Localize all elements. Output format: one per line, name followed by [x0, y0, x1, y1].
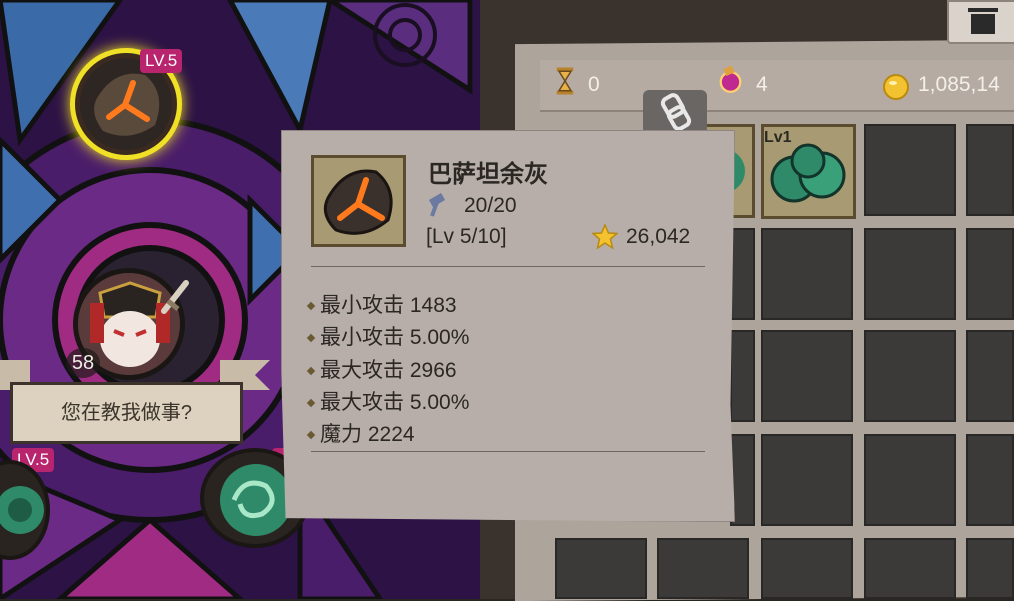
tooltip-divider-top [311, 266, 705, 267]
gold-amount: 1,085,14 [918, 73, 1000, 96]
tooltip-durability: 20/20 [464, 194, 517, 217]
bullet-icon [306, 302, 316, 311]
inventory-slot-r2c4[interactable] [966, 228, 1014, 320]
tooltip-level: [Lv 5/10] [426, 225, 507, 248]
tooltip-divider-bottom [311, 451, 705, 452]
trash-button[interactable] [947, 0, 1014, 44]
tooltip-stat-2: 最小攻击 5.00% [306, 322, 470, 354]
inventory-slot-r3c4[interactable] [966, 330, 1014, 422]
potion-icon [719, 65, 742, 93]
trash-icon [968, 8, 998, 34]
hammer-icon [428, 193, 446, 217]
tooltip-stat-4: 最大攻击 5.00% [306, 387, 470, 419]
inventory-slot-r5c0[interactable] [555, 538, 647, 599]
inventory-slot-2[interactable]: Lv1 [761, 124, 856, 219]
inventory-slot-r5c4[interactable] [966, 538, 1014, 599]
stat-text: 魔力 2224 [320, 423, 415, 446]
link-button[interactable] [643, 90, 707, 134]
tooltip-stat-3: 最大攻击 2966 [306, 355, 457, 387]
bullet-icon [306, 399, 316, 408]
chain-link-icon [660, 93, 692, 131]
inventory-slot-r3c2[interactable] [761, 330, 853, 422]
lava-rock-icon [323, 169, 393, 235]
sword-icon [161, 280, 189, 314]
inventory-slot-r3c1[interactable] [730, 330, 755, 422]
inventory-slot-r4c2[interactable] [761, 434, 853, 526]
tooltip-stat-5: 魔力 2224 [306, 419, 415, 451]
bullet-icon [306, 367, 316, 376]
inventory-slot-r2c2[interactable] [761, 228, 853, 320]
inventory-slot-r5c3[interactable] [864, 538, 956, 599]
stat-text: 最小攻击 1483 [320, 294, 457, 317]
character-level: 58 [66, 348, 100, 378]
bullet-icon [306, 334, 316, 343]
star-icon [592, 224, 618, 250]
stat-text: 最大攻击 5.00% [320, 391, 470, 414]
equipped-top-level-badge: LV.5 [140, 49, 183, 73]
tooltip-score: 26,042 [626, 225, 691, 248]
inventory-slot-3[interactable] [864, 124, 956, 216]
hourglass-count: 0 [588, 73, 600, 96]
inventory-slot-r2c1[interactable] [730, 228, 755, 320]
tooltip-stat-1: 最小攻击 1483 [306, 290, 457, 322]
hourglass-icon [556, 67, 574, 95]
inventory-slot-r5c1[interactable] [657, 538, 749, 599]
tooltip-item-frame [311, 155, 406, 247]
tooltip-item-name: 巴萨坦余灰 [428, 161, 548, 188]
stat-text: 最小攻击 5.00% [320, 326, 470, 349]
inventory-slot-r4c4[interactable] [966, 434, 1014, 526]
inventory-slot-r5c2[interactable] [761, 538, 853, 599]
green-stone-icon [0, 486, 44, 534]
gold-coin-icon [883, 74, 909, 100]
inventory-slot-4[interactable] [966, 124, 1014, 216]
bullet-icon [306, 431, 316, 440]
inventory-slot-r4c3[interactable] [864, 434, 956, 526]
inventory-slot-level: Lv1 [764, 129, 792, 146]
stat-text: 最大攻击 2966 [320, 359, 457, 382]
character-speech-bubble: 您在教我做事? [10, 382, 243, 444]
inventory-slot-r2c3[interactable] [864, 228, 956, 320]
inventory-slot-r3c3[interactable] [864, 330, 956, 422]
potion-count: 4 [756, 73, 768, 96]
